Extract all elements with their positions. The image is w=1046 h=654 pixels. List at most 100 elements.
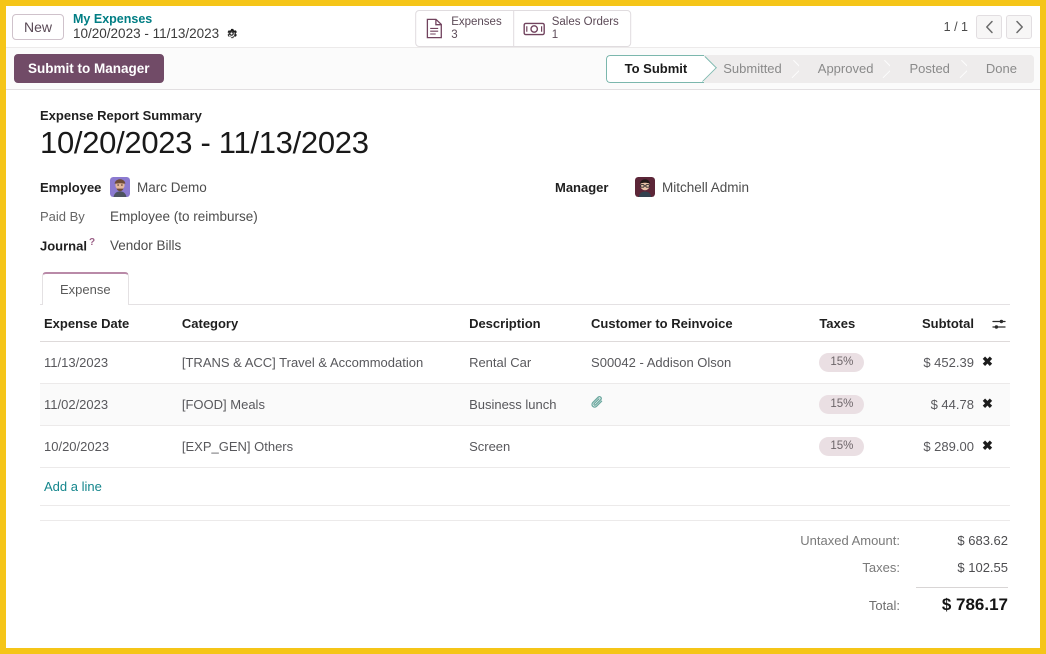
column-header-optional-toggle xyxy=(977,304,1010,342)
add-line-row: Add a line xyxy=(40,467,1010,506)
column-header-subtotal[interactable]: Subtotal xyxy=(917,304,978,342)
field-employee-value: Marc Demo xyxy=(137,179,207,195)
status-stage-to-submit[interactable]: To Submit xyxy=(605,54,705,83)
total-row-untaxed: Untaxed Amount: $ 683.62 xyxy=(678,533,1008,548)
stat-button-expenses-value: 3 xyxy=(451,28,458,41)
field-employee-label: Employee xyxy=(40,179,102,195)
submit-to-manager-button[interactable]: Submit to Manager xyxy=(14,54,164,83)
form-sheet: Expense Report Summary 10/20/2023 - 11/1… xyxy=(6,90,1040,648)
cell-taxes[interactable]: 15% xyxy=(815,425,918,468)
column-header-taxes[interactable]: Taxes xyxy=(815,304,918,342)
column-header-customer-to-reinvoice[interactable]: Customer to Reinvoice xyxy=(587,304,816,342)
table-row[interactable]: 10/20/2023 [EXP_GEN] Others Screen 15% $… xyxy=(40,425,1010,468)
table-header-row: Expense Date Category Description Custom… xyxy=(40,304,1010,342)
cell-delete: ✖ xyxy=(977,383,1010,426)
avatar xyxy=(635,177,655,198)
pager-count: 1 / 1 xyxy=(943,19,968,34)
tax-badge: 15% xyxy=(819,436,865,456)
status-stage-done[interactable]: Done xyxy=(966,54,1034,83)
column-header-expense-date[interactable]: Expense Date xyxy=(40,304,178,342)
cell-category[interactable]: [EXP_GEN] Others xyxy=(177,425,466,468)
cell-subtotal[interactable]: $ 289.00 xyxy=(917,425,978,468)
cell-taxes[interactable]: 15% xyxy=(815,341,918,384)
field-manager-value: Mitchell Admin xyxy=(662,179,750,195)
tab-expense[interactable]: Expense xyxy=(42,271,129,305)
column-header-description[interactable]: Description xyxy=(465,304,588,342)
new-button[interactable]: New xyxy=(12,13,65,40)
field-journal: Journal? Vendor Bills xyxy=(40,231,525,260)
notebook-tabs: Expense xyxy=(40,271,1010,305)
status-stage-submitted[interactable]: Submitted xyxy=(704,54,799,83)
field-manager-label: Manager xyxy=(555,179,609,195)
expense-report-summary-label: Expense Report Summary xyxy=(40,108,202,123)
total-row-grand: Total: $ 786.17 xyxy=(678,586,1008,615)
close-icon[interactable]: ✖ xyxy=(982,438,993,453)
taxes-label: Taxes: xyxy=(862,559,900,575)
notebook: Expense Expense Date Category Descriptio… xyxy=(40,271,1010,627)
add-line-cell: Add a line xyxy=(40,467,1010,506)
field-paid-by: Paid By Employee (to reimburse) xyxy=(40,202,525,231)
control-panel: New My Expenses 10/20/2023 - 11/13/2023 xyxy=(6,6,1040,48)
field-employee-value-wrap[interactable]: Marc Demo xyxy=(110,177,207,198)
breadcrumb-record-title: 10/20/2023 - 11/13/2023 xyxy=(73,25,220,41)
sliders-icon[interactable] xyxy=(992,318,1006,331)
add-a-line-link[interactable]: Add a line xyxy=(44,479,102,494)
cell-customer-to-reinvoice[interactable] xyxy=(587,425,816,468)
total-row-taxes: Taxes: $ 102.55 xyxy=(678,560,1008,575)
field-manager-value-wrap[interactable]: Mitchell Admin xyxy=(635,177,750,198)
status-stage-approved[interactable]: Approved xyxy=(798,54,891,83)
field-journal-label: Journal? xyxy=(40,237,110,253)
document-icon xyxy=(425,18,444,39)
close-icon[interactable]: ✖ xyxy=(982,396,993,411)
breadcrumb-parent-link[interactable]: My Expenses xyxy=(73,12,283,26)
table-row[interactable]: 11/02/2023 [FOOD] Meals Business lunch 1… xyxy=(40,383,1010,426)
close-icon[interactable]: ✖ xyxy=(982,354,993,369)
cell-expense-date[interactable]: 11/13/2023 xyxy=(40,341,178,384)
total-label: Total: xyxy=(868,597,900,613)
paperclip-icon[interactable] xyxy=(591,395,604,410)
help-tooltip-icon[interactable]: ? xyxy=(89,237,95,248)
stat-button-expenses[interactable]: Expenses 3 xyxy=(416,11,513,46)
cell-description[interactable]: Business lunch xyxy=(465,383,588,426)
table-row[interactable]: 11/13/2023 [TRANS & ACC] Travel & Accomm… xyxy=(40,341,1010,384)
cell-delete: ✖ xyxy=(977,341,1010,384)
cell-subtotal[interactable]: $ 452.39 xyxy=(917,341,978,384)
expense-lines-table: Expense Date Category Description Custom… xyxy=(40,304,1010,506)
column-header-category[interactable]: Category xyxy=(177,304,466,342)
field-employee: Employee Marc Demo xyxy=(40,173,525,202)
status-stage-posted[interactable]: Posted xyxy=(890,54,967,83)
cell-description[interactable]: Screen xyxy=(465,425,588,468)
breadcrumb: My Expenses 10/20/2023 - 11/13/2023 xyxy=(73,12,283,42)
column-header-subtotal-text: Subtotal xyxy=(921,315,974,331)
stat-button-sales-orders-label: Sales Orders xyxy=(551,16,619,28)
field-manager: Manager Mitchell Admin xyxy=(555,173,1010,202)
cell-expense-date[interactable]: 11/02/2023 xyxy=(40,383,178,426)
pager: 1 / 1 xyxy=(943,14,1032,39)
cell-taxes[interactable]: 15% xyxy=(815,383,918,426)
totals-block: Untaxed Amount: $ 683.62 Taxes: $ 102.55… xyxy=(40,519,1010,627)
cell-customer-to-reinvoice[interactable]: S00042 - Addison Olson xyxy=(587,341,816,384)
field-journal-label-text: Journal xyxy=(40,238,87,254)
cell-subtotal[interactable]: $ 44.78 xyxy=(917,383,978,426)
status-action-bar: Submit to Manager To Submit Submitted Ap… xyxy=(6,47,1040,90)
cell-delete: ✖ xyxy=(977,425,1010,468)
untaxed-amount-value: $ 683.62 xyxy=(957,532,1008,548)
tax-badge: 15% xyxy=(819,352,865,372)
cell-description[interactable]: Rental Car xyxy=(465,341,588,384)
gear-icon[interactable] xyxy=(225,27,238,40)
field-journal-value[interactable]: Vendor Bills xyxy=(110,238,181,253)
chevron-right-icon[interactable] xyxy=(1006,14,1032,39)
stat-button-expenses-label: Expenses xyxy=(451,16,502,28)
stat-button-sales-orders[interactable]: Sales Orders 1 xyxy=(512,11,630,47)
taxes-value: $ 102.55 xyxy=(957,559,1008,575)
field-grid: Employee Marc Demo Paid By Employee (to … xyxy=(40,173,1010,260)
cell-category[interactable]: [TRANS & ACC] Travel & Accommodation xyxy=(177,341,466,384)
expense-lines-body: 11/13/2023 [TRANS & ACC] Travel & Accomm… xyxy=(40,341,1010,506)
field-paid-by-value[interactable]: Employee (to reimburse) xyxy=(110,209,258,224)
chevron-left-icon[interactable] xyxy=(976,14,1002,39)
cell-category[interactable]: [FOOD] Meals xyxy=(177,383,466,426)
stat-button-group: Expenses 3 Sales Orders 1 xyxy=(415,10,631,48)
status-pipeline: To Submit Submitted Approved Posted Done xyxy=(605,54,1034,83)
cell-expense-date[interactable]: 10/20/2023 xyxy=(40,425,178,468)
cell-customer-to-reinvoice[interactable] xyxy=(587,383,816,426)
